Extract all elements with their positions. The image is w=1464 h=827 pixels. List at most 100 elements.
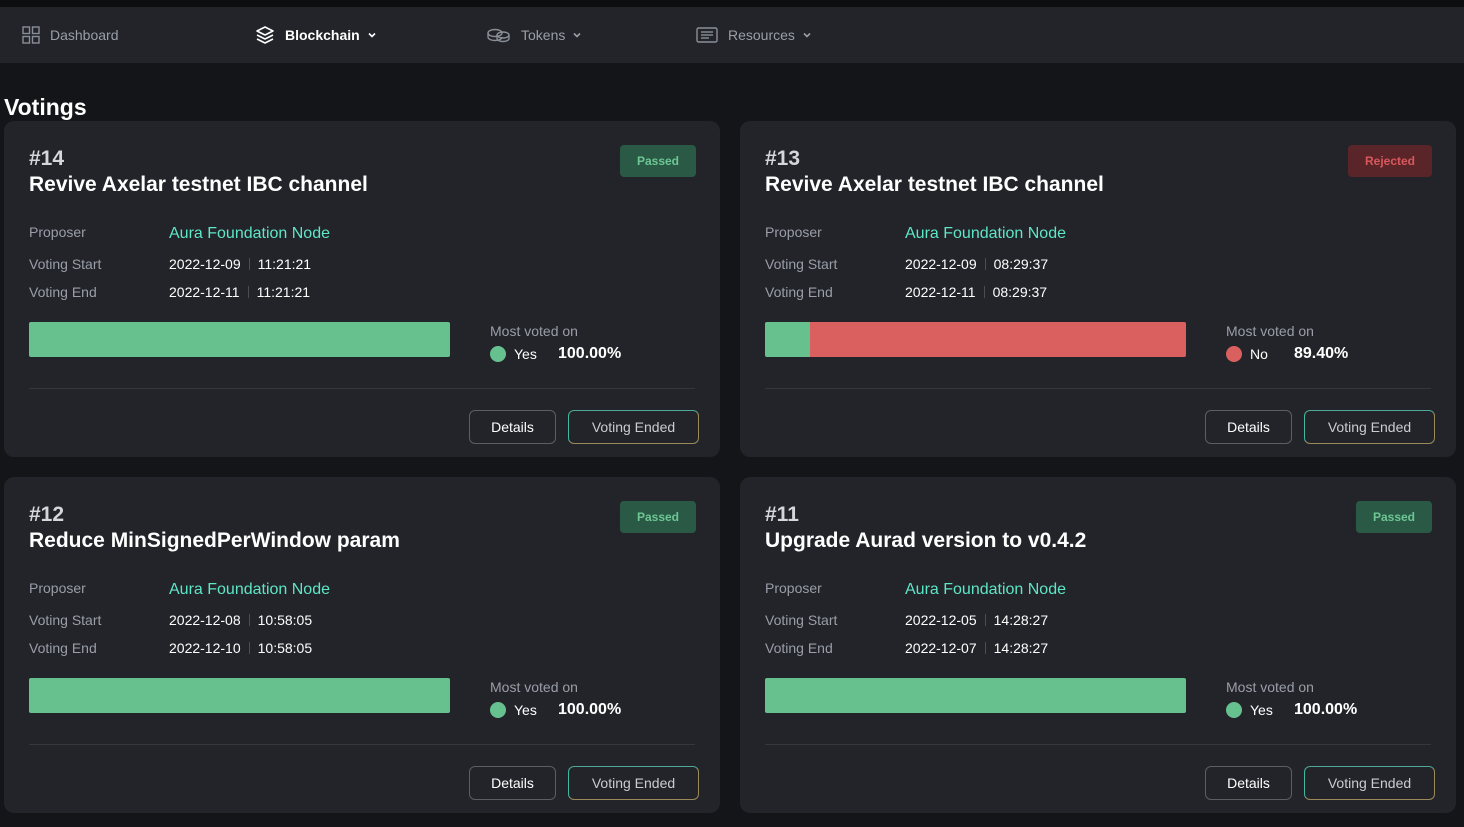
most-voted-result: Yes 100.00% [490, 701, 621, 719]
most-voted-label: Most voted on [490, 679, 578, 695]
proposal-title: Revive Axelar testnet IBC channel [765, 173, 1104, 196]
proposer-label: Proposer [29, 224, 86, 240]
proposal-title: Reduce MinSignedPerWindow param [29, 529, 400, 552]
voting-ended-button[interactable]: Voting Ended [1304, 410, 1435, 444]
vote-bar-yes [765, 322, 810, 357]
voting-end-label: Voting End [765, 284, 833, 300]
voting-end-time: 11:21:21 [256, 284, 311, 300]
most-voted-result: No 89.40% [1226, 345, 1348, 363]
proposer-link[interactable]: Aura Foundation Node [169, 581, 330, 599]
voting-ended-button[interactable]: Voting Ended [1304, 766, 1435, 800]
details-button[interactable]: Details [1205, 766, 1292, 800]
separator [247, 286, 249, 298]
separator [984, 642, 986, 654]
voting-start-date: 2022-12-09 [169, 256, 241, 272]
voting-start-time: 11:21:21 [257, 256, 312, 272]
voting-end-time: 14:28:27 [993, 640, 1049, 656]
vote-bar-no [809, 322, 1186, 357]
proposal-number: #13 [765, 147, 801, 170]
proposal-card: #12 Reduce MinSignedPerWindow param Pass… [4, 477, 720, 813]
voting-start-date: 2022-12-05 [905, 612, 977, 628]
proposer-label: Proposer [765, 224, 822, 240]
voting-end-time: 08:29:37 [992, 284, 1048, 300]
divider [765, 388, 1431, 389]
vote-bar-yes [29, 678, 450, 713]
separator [248, 258, 250, 270]
voting-end-label: Voting End [765, 640, 833, 656]
most-voted-percent: 100.00% [1294, 701, 1358, 718]
divider [29, 388, 695, 389]
nav-item-blockchain[interactable]: Blockchain [255, 7, 377, 63]
proposer-value[interactable]: Aura Foundation Node [905, 581, 1066, 599]
chevron-down-icon [803, 32, 811, 38]
chevron-down-icon [573, 32, 581, 38]
nav-label-dashboard: Dashboard [50, 27, 119, 43]
proposer-link[interactable]: Aura Foundation Node [905, 581, 1066, 599]
voting-end-time: 10:58:05 [257, 640, 313, 656]
most-voted-label: Most voted on [1226, 679, 1314, 695]
divider [29, 744, 695, 745]
nav-item-resources[interactable]: Resources [696, 7, 812, 63]
voting-start-label: Voting Start [29, 612, 102, 628]
top-strip [0, 0, 1464, 7]
most-voted-label: Most voted on [490, 323, 578, 339]
status-badge: Passed [620, 501, 696, 533]
details-button[interactable]: Details [469, 410, 556, 444]
proposer-label: Proposer [765, 580, 822, 596]
coins-icon [487, 28, 510, 43]
divider [765, 744, 1431, 745]
proposal-title: Revive Axelar testnet IBC channel [29, 173, 368, 196]
most-voted-option: Yes [514, 346, 537, 362]
status-badge: Passed [1356, 501, 1432, 533]
proposer-value[interactable]: Aura Foundation Node [905, 225, 1066, 243]
proposer-value[interactable]: Aura Foundation Node [169, 225, 330, 243]
status-badge: Passed [620, 145, 696, 177]
newspaper-icon [696, 27, 718, 43]
details-button[interactable]: Details [1205, 410, 1292, 444]
voting-start-label: Voting Start [765, 612, 838, 628]
voting-start-value: 2022-12-08 10:58:05 [169, 612, 312, 628]
voting-end-date: 2022-12-11 [905, 284, 976, 300]
voting-start-label: Voting Start [765, 256, 838, 272]
proposer-link[interactable]: Aura Foundation Node [169, 225, 330, 243]
most-voted-percent: 89.40% [1294, 345, 1349, 362]
voting-end-date: 2022-12-07 [905, 640, 977, 656]
voting-end-value: 2022-12-07 14:28:27 [905, 640, 1048, 656]
voting-start-time: 08:29:37 [993, 256, 1049, 272]
voting-start-value: 2022-12-09 08:29:37 [905, 256, 1048, 272]
proposal-number: #11 [765, 503, 799, 526]
vote-option-dot [1226, 346, 1242, 362]
top-navbar: Dashboard Blockchain Tokens Resources [0, 7, 1464, 63]
voting-end-value: 2022-12-11 11:21:21 [169, 284, 310, 300]
most-voted-option: Yes [514, 702, 537, 718]
most-voted-result: Yes 100.00% [490, 345, 621, 363]
voting-ended-button[interactable]: Voting Ended [568, 766, 699, 800]
voting-start-time: 14:28:27 [993, 612, 1049, 628]
vote-bar-yes [765, 678, 1186, 713]
separator [248, 642, 250, 654]
page-title: Votings [4, 94, 87, 120]
voting-ended-button[interactable]: Voting Ended [568, 410, 699, 444]
separator [984, 258, 986, 270]
separator [983, 286, 985, 298]
nav-item-dashboard[interactable]: Dashboard [22, 7, 119, 63]
most-voted-option: Yes [1250, 702, 1273, 718]
status-badge: Rejected [1348, 145, 1432, 177]
vote-option-dot [490, 702, 506, 718]
vote-progress-bar [29, 678, 450, 713]
vote-option-dot [490, 346, 506, 362]
proposer-link[interactable]: Aura Foundation Node [905, 225, 1066, 243]
voting-start-date: 2022-12-08 [169, 612, 241, 628]
proposal-card: #13 Revive Axelar testnet IBC channel Re… [740, 121, 1456, 457]
proposal-card: #11 Upgrade Aurad version to v0.4.2 Pass… [740, 477, 1456, 813]
vote-option-dot [1226, 702, 1242, 718]
proposer-value[interactable]: Aura Foundation Node [169, 581, 330, 599]
proposal-number: #14 [29, 147, 65, 170]
details-button[interactable]: Details [469, 766, 556, 800]
chevron-down-icon [368, 32, 376, 38]
nav-item-tokens[interactable]: Tokens [487, 7, 582, 63]
separator [984, 614, 986, 626]
proposal-title: Upgrade Aurad version to v0.4.2 [765, 529, 1087, 552]
separator [248, 614, 250, 626]
vote-progress-bar [765, 322, 1186, 357]
